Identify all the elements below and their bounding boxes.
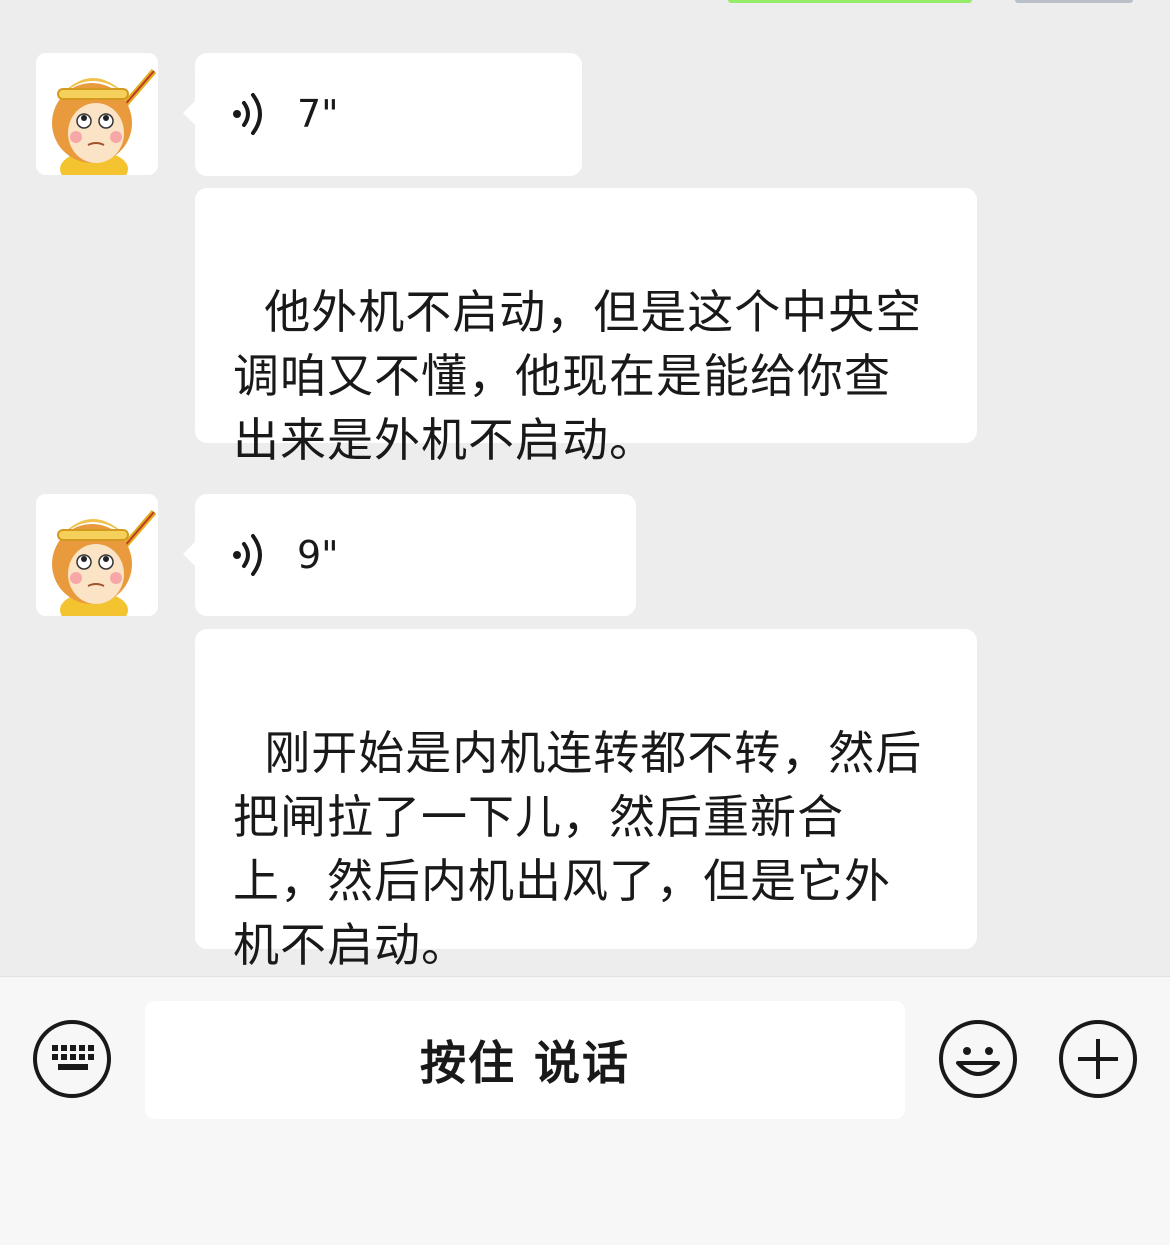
voice-duration: 7" <box>297 92 339 136</box>
hold-to-talk-button[interactable]: 按住 说话 <box>145 1001 905 1119</box>
voice-wave-icon <box>233 93 262 135</box>
voice-wave-icon <box>233 534 262 576</box>
chat-input-bar: 按住 说话 <box>0 976 1170 1245</box>
sender-avatar[interactable] <box>36 494 158 616</box>
voice-message-2[interactable]: 9" <box>183 494 636 616</box>
message-text: 刚开始是内机连转都不转，然后 把闸拉了一下儿，然后重新合 上，然后内机出风了，但… <box>233 726 923 972</box>
plus-icon[interactable] <box>1058 1019 1138 1099</box>
avatar-edge <box>1015 0 1133 3</box>
emoji-icon[interactable] <box>938 1019 1018 1099</box>
sent-bubble-edge <box>728 0 972 3</box>
voice-message-1[interactable]: 7" <box>183 53 582 176</box>
text-message-2[interactable]: 刚开始是内机连转都不转，然后 把闸拉了一下儿，然后重新合 上，然后内机出风了，但… <box>195 629 977 972</box>
monkey-avatar-icon <box>36 494 158 616</box>
top-strip <box>0 0 1170 6</box>
keyboard-icon[interactable] <box>32 1019 112 1099</box>
sender-avatar[interactable] <box>36 53 158 175</box>
text-message-1[interactable]: 他外机不启动，但是这个中央空 调咱又不懂，他现在是能给你查 出来是外机不启动。 <box>195 188 977 467</box>
voice-duration: 9" <box>297 533 339 577</box>
message-text: 他外机不启动，但是这个中央空 调咱又不懂，他现在是能给你查 出来是外机不启动。 <box>233 285 923 467</box>
monkey-avatar-icon <box>36 53 158 175</box>
